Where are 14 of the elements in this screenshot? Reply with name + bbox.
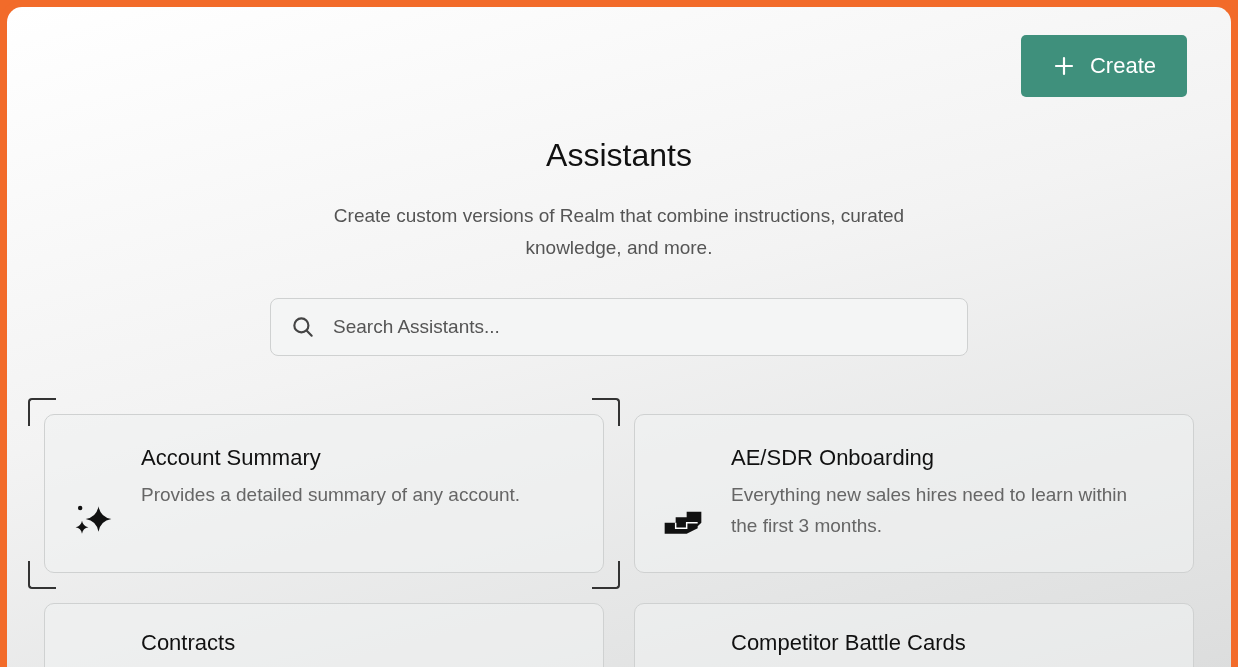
assistant-card[interactable]: Account Summary Provides a detailed summary of any account. <box>44 414 604 573</box>
card-title: AE/SDR Onboarding <box>731 445 935 471</box>
card-title: Contracts <box>141 630 237 656</box>
card-description: Everything new sales hires need to learn within the first 3 months. <box>731 483 1129 538</box>
search-field[interactable]: Search Assistants... <box>270 298 968 356</box>
card-title: Competitor Battle Cards <box>731 630 967 656</box>
card-description: Provides a detailed summary of any account. <box>141 483 522 507</box>
create-button[interactable]: Create <box>1021 35 1187 97</box>
page-title: Assistants <box>546 137 692 174</box>
assistant-card[interactable]: Contracts <box>44 603 604 667</box>
assistant-card[interactable]: AE/SDR Onboarding Everything new sales hires need to learn within the first 3 months. <box>634 414 1194 573</box>
page-description: Create custom versions of Realm that combine instructions, curated knowledge, and more. <box>332 204 906 260</box>
card-title: Account Summary <box>141 445 322 471</box>
assistant-card[interactable]: Competitor Battle Cards <box>634 603 1194 667</box>
